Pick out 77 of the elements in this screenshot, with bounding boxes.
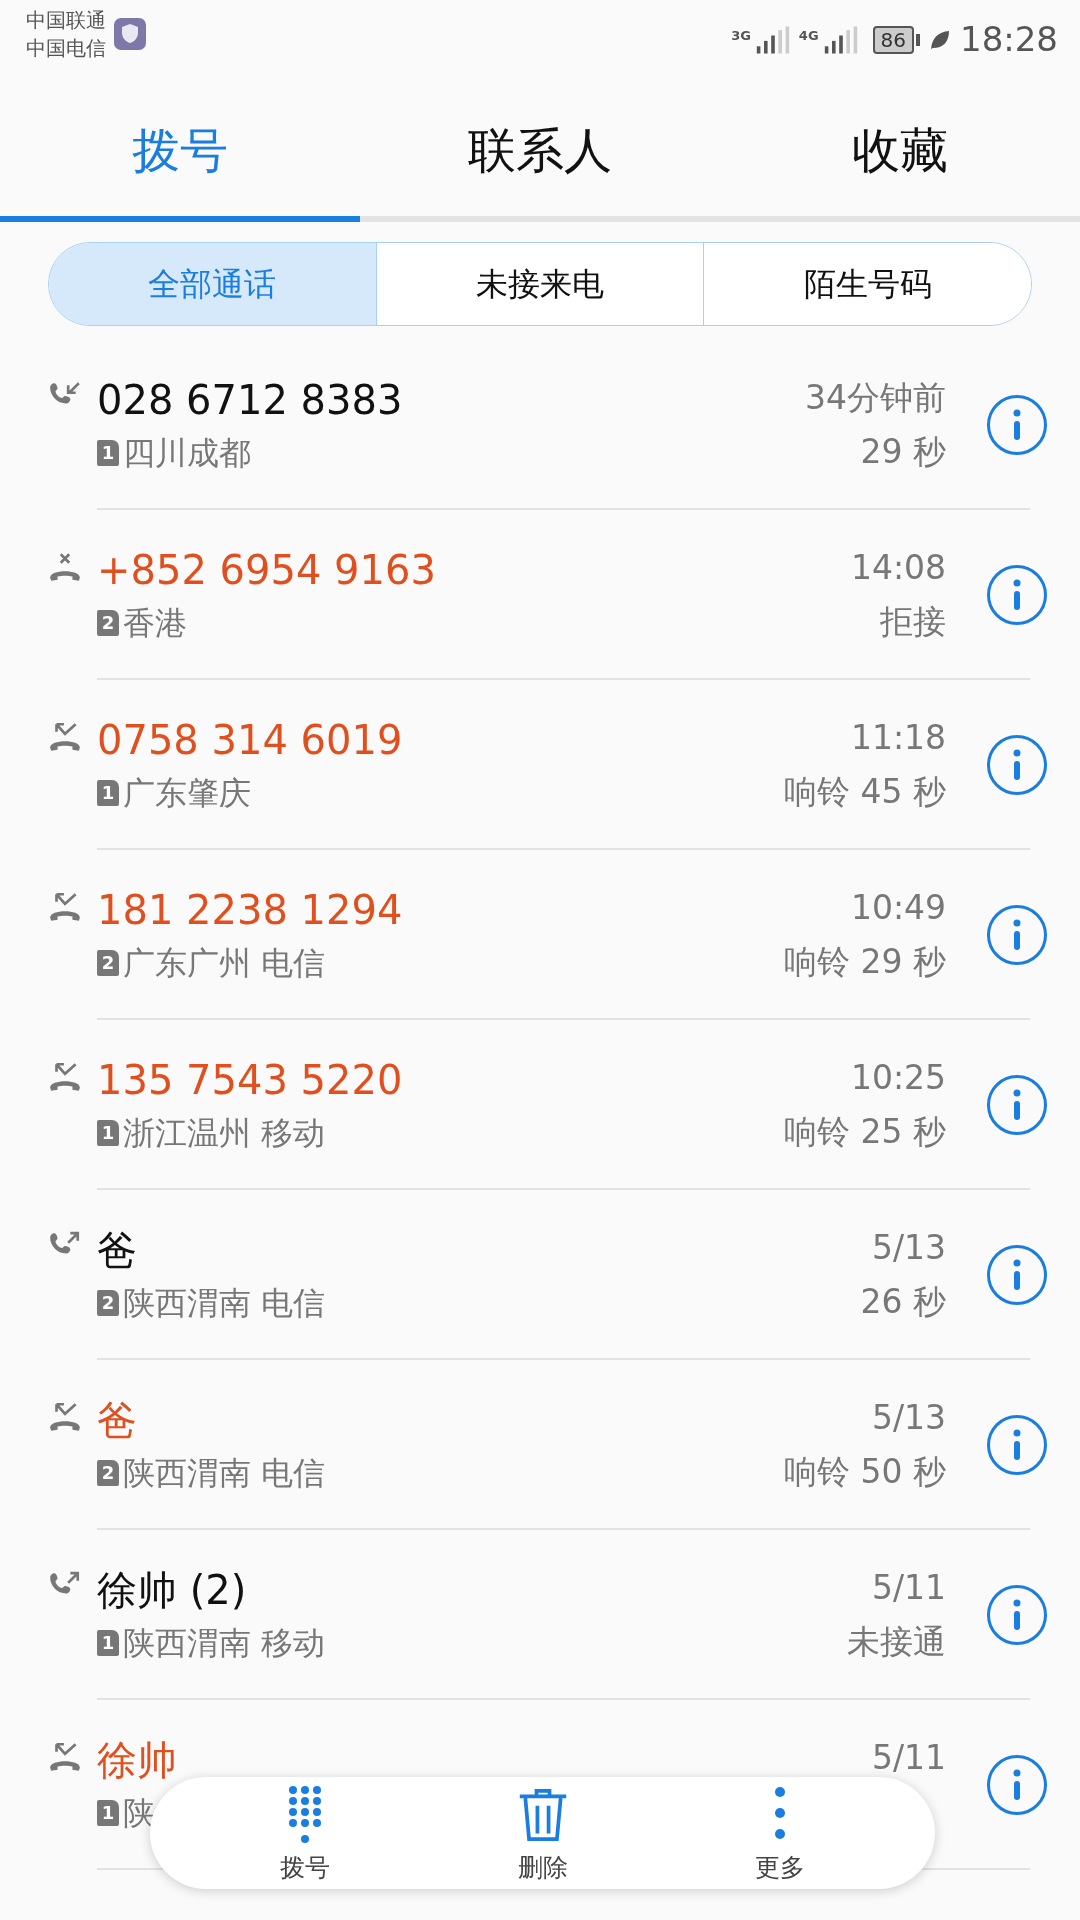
call-location: 香港 [123,603,187,644]
contact-name: 135 7543 5220 [97,1056,404,1105]
info-button[interactable] [986,734,1048,796]
call-location: 陕西渭南 电信 [123,1283,326,1324]
sim-badge: 1 [97,1630,119,1656]
missed-call-icon [48,1400,82,1434]
sim-badge: 2 [97,1290,119,1316]
call-detail: 响铃 45 秒 [784,771,946,813]
call-detail: 响铃 50 秒 [784,1451,946,1493]
info-button[interactable] [986,904,1048,966]
call-time: 10:49 [849,887,946,929]
call-time: 5/11 [870,1567,946,1609]
call-detail: 29 秒 [859,431,946,473]
contact-name: 0758 314 6019 [97,716,404,765]
call-time: 10:25 [849,1057,946,1099]
contact-name: 028 6712 8383 [97,376,404,425]
tab[interactable]: 收藏 [720,84,1080,216]
sim-badge: 1 [97,1120,119,1146]
call-detail: 响铃 25 秒 [784,1111,946,1153]
signal-icon [822,25,859,54]
call-detail: 26 秒 [860,1281,946,1323]
call-location: 广东肇庆 [123,773,251,814]
call-location: 陕西渭南 移动 [123,1623,326,1664]
info-button[interactable] [986,564,1048,626]
carrier-name: 中国电信 [26,35,106,62]
call-location: 浙江温州 移动 [123,1113,326,1154]
contact-name: 爸 [97,1396,138,1445]
call-time: 5/13 [870,1227,946,1269]
sim-badge: 1 [97,440,119,466]
sim-badge: 2 [97,950,119,976]
missed-call-icon [48,1740,82,1774]
info-button[interactable] [986,1074,1048,1136]
tab[interactable]: 拨号 [0,84,360,216]
contact-name: 徐帅 [97,1736,178,1785]
missed-call-icon [48,890,82,924]
carrier-name: 中国联通 [26,7,106,34]
info-button[interactable] [986,1754,1048,1816]
delete-button[interactable]: 删除 [487,1777,598,1889]
info-button[interactable] [986,1244,1048,1306]
sim-badge: 2 [97,610,119,636]
signal-icon [754,25,791,54]
shield-icon [114,18,146,50]
status-time: 18:28 [960,18,1058,61]
call-detail: 响铃 29 秒 [784,941,946,983]
battery-level: 86 [872,25,914,54]
rejected-call-icon [48,550,82,584]
missed-call-icon [48,1060,82,1094]
call-location: 陕 [123,1793,155,1834]
info-button[interactable] [986,1584,1048,1646]
contact-name: +852 6954 9163 [97,546,437,595]
call-detail: 未接通 [847,1621,946,1663]
call-time: 5/13 [870,1397,946,1439]
contact-name: 181 2238 1294 [97,886,404,935]
call-time: 14:08 [850,547,946,589]
call-location: 陕西渭南 电信 [123,1453,326,1494]
contact-name: 徐帅 (2) [97,1566,248,1615]
contact-name: 爸 [97,1226,138,1275]
call-detail: 拒接 [879,601,946,643]
filter-tab[interactable]: 陌生号码 [704,243,1031,325]
call-location: 广东广州 电信 [123,943,326,984]
info-button[interactable] [986,1414,1048,1476]
dialpad-button[interactable]: 拨号 [250,1777,360,1889]
sim-badge: 1 [97,1800,119,1826]
call-time: 5/11 [871,1737,946,1779]
network-type: 3G [731,26,751,45]
more-button[interactable]: 更多 [725,1777,835,1889]
info-button[interactable] [986,394,1048,456]
sim-badge: 1 [97,780,119,806]
missed-call-icon [48,720,82,754]
call-time: 11:18 [849,717,946,759]
tab[interactable]: 联系人 [360,84,720,216]
call-location: 四川成都 [123,433,251,474]
filter-tab[interactable]: 未接来电 [376,243,705,325]
sim-badge: 2 [97,1460,119,1486]
dialpad-icon [287,1785,323,1845]
network-type: 4G [798,26,819,45]
call-time: 34分钟前 [805,377,946,419]
